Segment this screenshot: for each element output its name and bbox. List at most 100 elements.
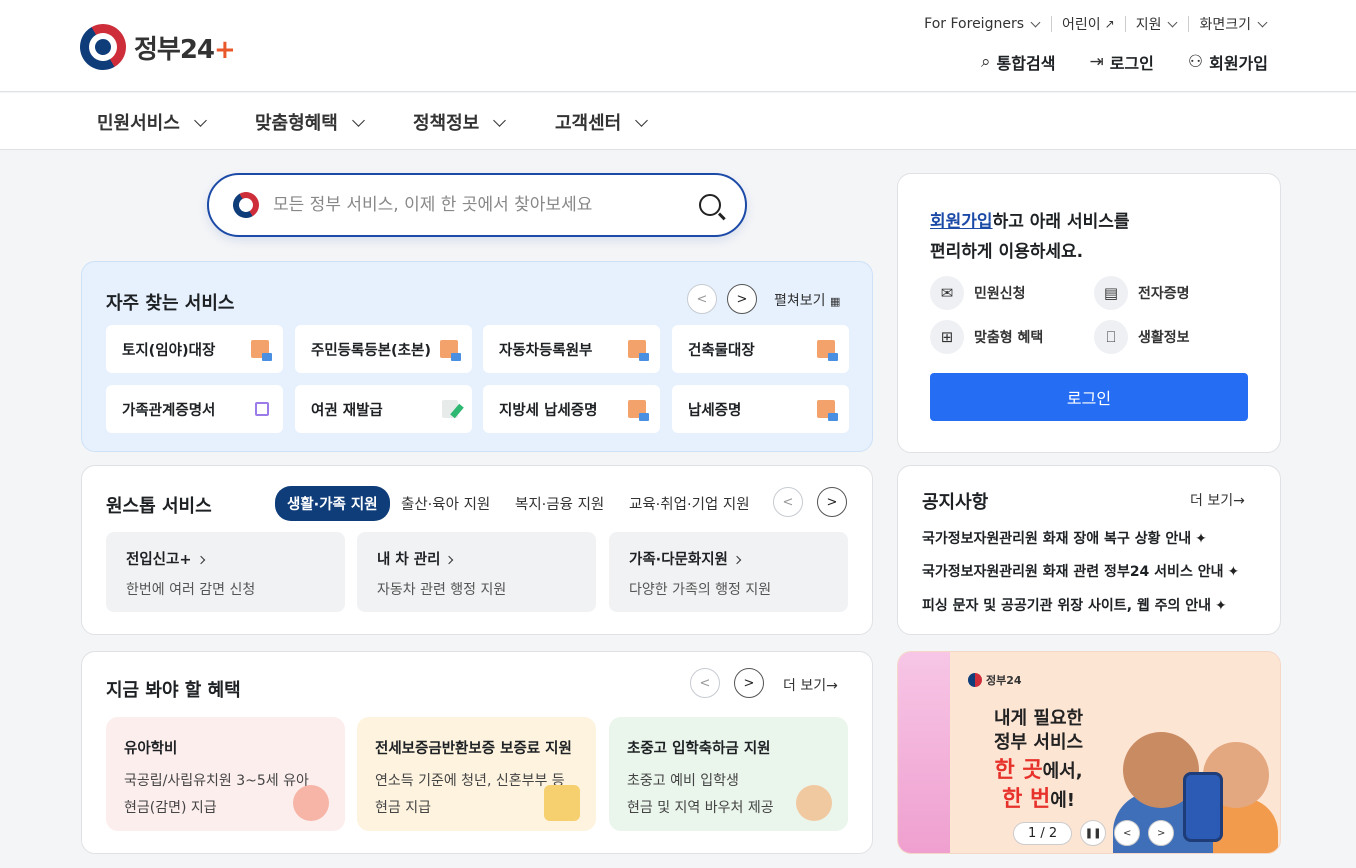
promo-banner[interactable]: 정부24 내게 필요한 정부 서비스 한 곳에서, 한 번에! 1 / 2 ❚❚… <box>897 651 1281 854</box>
next-button[interactable]: > <box>727 284 757 314</box>
notice-item[interactable]: 국가정보자원관리원 화재 장애 복구 상황 안내 ✦ <box>922 528 1207 548</box>
chevron-down-icon <box>1030 17 1041 28</box>
main-search-bar <box>207 173 747 237</box>
pause-icon: ❚❚ <box>1084 827 1102 839</box>
onestop-services-panel: 원스톱 서비스 생활·가족 지원 출산·육아 지원 복지·금융 지원 교육·취업… <box>81 465 873 635</box>
login-link[interactable]: ⇥ 로그인 <box>1089 50 1153 74</box>
banner-prev-button[interactable]: < <box>1114 820 1141 846</box>
service-civil-request[interactable]: ✉ 민원신청 <box>930 276 1026 310</box>
service-life-info[interactable]: ⎕ 생활정보 <box>1094 320 1190 354</box>
frequent-services-panel: 자주 찾는 서비스 < > 펼쳐보기 ▦ 토지(임야)대장 주민등록등본(초본)… <box>81 261 873 452</box>
login-button[interactable]: 로그인 <box>930 373 1248 421</box>
banner-prev-slide-peek <box>898 652 950 853</box>
nav-policy-info[interactable]: 정책정보 <box>413 109 507 135</box>
util-foreigners[interactable]: For Foreigners <box>914 16 1052 32</box>
util-kids[interactable]: 어린이 ↗ <box>1052 16 1126 33</box>
chevron-down-icon <box>351 114 365 127</box>
prev-button[interactable]: < <box>690 668 720 698</box>
header-actions: ⌕ 통합검색 ⇥ 로그인 ⚇ 회원가입 <box>981 50 1268 74</box>
chevron-left-icon: < <box>1122 827 1132 839</box>
notice-item[interactable]: 국가정보자원관리원 화재 관련 정부24 서비스 안내 ✦ <box>922 561 1239 581</box>
banner-text: 내게 필요한 정부 서비스 한 곳에서, 한 번에! <box>994 708 1084 813</box>
onestop-card[interactable]: 가족·다문화지원 다양한 가족의 행정 지원 <box>609 532 848 612</box>
benefit-more-link[interactable]: 더 보기→ <box>783 675 838 695</box>
nav-customer-center[interactable]: 고객센터 <box>555 109 649 135</box>
onestop-card[interactable]: 내 차 관리 자동차 관련 행정 지원 <box>357 532 596 612</box>
taegeuk-logo-icon <box>71 15 135 79</box>
tab-education-job[interactable]: 교육·취업·기업 지원 <box>629 493 750 514</box>
service-custom-benefit[interactable]: ⊞ 맞춤형 혜택 <box>930 320 1043 354</box>
notice-more-link[interactable]: 더 보기→ <box>1190 490 1245 510</box>
notice-title: 공지사항 <box>922 492 989 513</box>
notice-item[interactable]: 피싱 문자 및 공공기관 위장 사이트, 웹 주의 안내 ✦ <box>922 595 1227 615</box>
nav-civil-service[interactable]: 민원서비스 <box>97 109 207 135</box>
notice-panel: 공지사항 더 보기→ 국가정보자원관리원 화재 장애 복구 상황 안내 ✦ 국가정… <box>897 465 1281 635</box>
benefit-card[interactable]: 초중고 입학축하금 지원 초중고 예비 입학생 현금 및 지역 바우처 제공 <box>609 717 848 831</box>
chevron-right-icon: > <box>743 675 755 691</box>
expand-link[interactable]: 펼쳐보기 ▦ <box>774 290 840 310</box>
signup-link[interactable]: ⚇ 회원가입 <box>1188 50 1268 74</box>
login-icon: ⇥ <box>1089 52 1104 72</box>
child-illustration-icon <box>293 785 329 821</box>
next-button[interactable]: > <box>734 668 764 698</box>
document-icon <box>817 340 838 361</box>
edit-document-icon <box>442 400 458 418</box>
chevron-right-icon: > <box>826 494 838 510</box>
service-e-certificate[interactable]: ▤ 전자증명 <box>1094 276 1190 310</box>
benefit-card[interactable]: 유아학비 국공립/사립유치원 3~5세 유아 현금(감면) 지급 <box>106 717 345 831</box>
frequent-item[interactable]: 가족관계증명서 <box>106 385 283 433</box>
pin-icon: ✦ <box>1195 531 1207 547</box>
utility-menu: For Foreigners 어린이 ↗ 지원 화면크기 <box>914 16 1268 33</box>
logo-text: 정부24 <box>134 34 215 65</box>
util-screen-size[interactable]: 화면크기 <box>1189 16 1268 33</box>
bookmark-icon: ⎕ <box>1094 320 1128 354</box>
signup-inline-link[interactable]: 회원가입 <box>930 212 993 232</box>
frequent-item[interactable]: 지방세 납세증명 <box>483 385 660 433</box>
pause-button[interactable]: ❚❚ <box>1080 820 1107 846</box>
integrated-search-button[interactable]: ⌕ 통합검색 <box>981 50 1055 74</box>
nav-custom-benefit[interactable]: 맞춤형혜택 <box>255 109 365 135</box>
banner-logo: 정부24 <box>968 672 1022 688</box>
document-icon <box>440 340 461 361</box>
chevron-right-icon <box>196 555 205 565</box>
pin-icon: ✦ <box>1227 564 1240 580</box>
frequent-item[interactable]: 자동차등록원부 <box>483 325 660 373</box>
login-promo-card: 회원가입하고 아래 서비스를 편리하게 이용하세요. ✉ 민원신청 ▤ 전자증명 ⊞… <box>897 173 1281 453</box>
search-icon[interactable] <box>699 194 721 216</box>
tab-welfare-finance[interactable]: 복지·금융 지원 <box>515 493 604 514</box>
main-search-input[interactable] <box>273 195 699 215</box>
chevron-right-icon <box>445 555 454 565</box>
taegeuk-icon <box>228 187 264 223</box>
benefit-card[interactable]: 전세보증금반환보증 보증료 지원 연소득 기준에 청년, 신혼부부 등 현금 지급 <box>357 717 596 831</box>
main-navigation: 민원서비스 맞춤형혜택 정책정보 고객센터 <box>0 93 1356 150</box>
onestop-card[interactable]: 전입신고+ 한번에 여러 감면 신청 <box>106 532 345 612</box>
external-link-icon: ↗ <box>1104 17 1115 31</box>
banner-controls: 1 / 2 ❚❚ < > <box>1013 820 1175 846</box>
document-icon <box>251 340 272 361</box>
banner-next-button[interactable]: > <box>1148 820 1175 846</box>
chevron-right-icon <box>732 555 742 565</box>
chevron-left-icon: < <box>782 494 794 510</box>
taegeuk-icon <box>968 673 982 687</box>
prev-button[interactable]: < <box>773 487 803 517</box>
prev-button[interactable]: < <box>687 284 717 314</box>
frequent-item[interactable]: 토지(임야)대장 <box>106 325 283 373</box>
user-plus-icon: ⚇ <box>1187 52 1204 72</box>
next-button[interactable]: > <box>817 487 847 517</box>
tab-birth-childcare[interactable]: 출산·육아 지원 <box>401 493 490 514</box>
frequent-item[interactable]: 납세증명 <box>672 385 849 433</box>
external-link-icon <box>255 402 269 416</box>
grid-icon: ▦ <box>829 295 841 308</box>
gift-icon: ⊞ <box>930 320 964 354</box>
pin-icon: ✦ <box>1215 598 1227 614</box>
tab-living-family[interactable]: 생활·가족 지원 <box>275 486 390 521</box>
logo-plus: + <box>214 34 236 65</box>
frequent-item[interactable]: 건축물대장 <box>672 325 849 373</box>
chevron-down-icon <box>635 114 649 127</box>
site-logo[interactable]: 정부24+ <box>71 15 236 79</box>
util-support[interactable]: 지원 <box>1126 16 1190 33</box>
header: 정부24+ For Foreigners 어린이 ↗ 지원 화면크기 ⌕ 통합검색 … <box>0 0 1356 92</box>
id-card-icon: ▤ <box>1094 276 1128 310</box>
frequent-item[interactable]: 여권 재발급 <box>295 385 472 433</box>
frequent-item[interactable]: 주민등록등본(초본) <box>295 325 472 373</box>
